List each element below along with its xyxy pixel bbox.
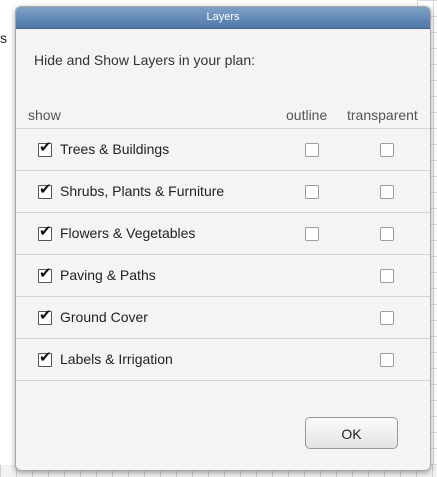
- column-header-transparent: transparent: [347, 107, 418, 123]
- checkmark-icon: ✔: [39, 223, 52, 240]
- layer-row: ✔ Ground Cover: [16, 297, 430, 339]
- dialog-titlebar[interactable]: Layers: [16, 7, 430, 29]
- layers-dialog: Layers Hide and Show Layers in your plan…: [15, 6, 431, 471]
- checkmark-icon: ✔: [39, 139, 52, 156]
- dialog-instructions: Hide and Show Layers in your plan:: [34, 52, 256, 68]
- checkmark-icon: ✔: [39, 265, 52, 282]
- show-layer-checkbox[interactable]: ✔: [38, 265, 52, 283]
- column-header-show: show: [28, 107, 61, 123]
- transparent-checkbox[interactable]: [380, 185, 394, 199]
- transparent-checkbox[interactable]: [380, 311, 394, 325]
- layer-row: ✔ Shrubs, Plants & Furniture: [16, 171, 430, 213]
- show-layer-checkbox[interactable]: ✔: [38, 349, 52, 367]
- column-header-row: show outline transparent: [16, 107, 430, 127]
- checkmark-icon: ✔: [39, 307, 52, 324]
- layer-label[interactable]: Trees & Buildings: [60, 141, 169, 157]
- outline-checkbox[interactable]: [305, 185, 319, 199]
- layer-label[interactable]: Flowers & Vegetables: [60, 225, 195, 241]
- show-layer-checkbox[interactable]: ✔: [38, 181, 52, 199]
- layer-row: ✔ Trees & Buildings: [16, 129, 430, 171]
- outline-checkbox[interactable]: [305, 227, 319, 241]
- transparent-checkbox[interactable]: [380, 269, 394, 283]
- layer-row: ✔ Flowers & Vegetables: [16, 213, 430, 255]
- checkmark-icon: ✔: [39, 181, 52, 198]
- dialog-title: Layers: [206, 11, 240, 23]
- show-layer-checkbox[interactable]: ✔: [38, 223, 52, 241]
- layer-label[interactable]: Labels & Irrigation: [60, 351, 173, 367]
- column-header-outline: outline: [286, 107, 328, 123]
- transparent-checkbox[interactable]: [380, 227, 394, 241]
- layer-label[interactable]: Paving & Paths: [60, 267, 156, 283]
- layer-list: ✔ Trees & Buildings ✔ Shrubs, Plants & Furn…: [16, 128, 430, 381]
- transparent-checkbox[interactable]: [380, 353, 394, 367]
- show-layer-checkbox[interactable]: ✔: [38, 139, 52, 157]
- ok-button[interactable]: OK: [305, 417, 398, 449]
- background-page-text: s: [0, 30, 7, 46]
- outline-checkbox[interactable]: [305, 143, 319, 157]
- layer-label[interactable]: Shrubs, Plants & Furniture: [60, 183, 224, 199]
- layer-label[interactable]: Ground Cover: [60, 309, 148, 325]
- checkmark-icon: ✔: [39, 349, 52, 366]
- show-layer-checkbox[interactable]: ✔: [38, 307, 52, 325]
- layer-row: ✔ Labels & Irrigation: [16, 339, 430, 381]
- layer-row: ✔ Paving & Paths: [16, 255, 430, 297]
- transparent-checkbox[interactable]: [380, 143, 394, 157]
